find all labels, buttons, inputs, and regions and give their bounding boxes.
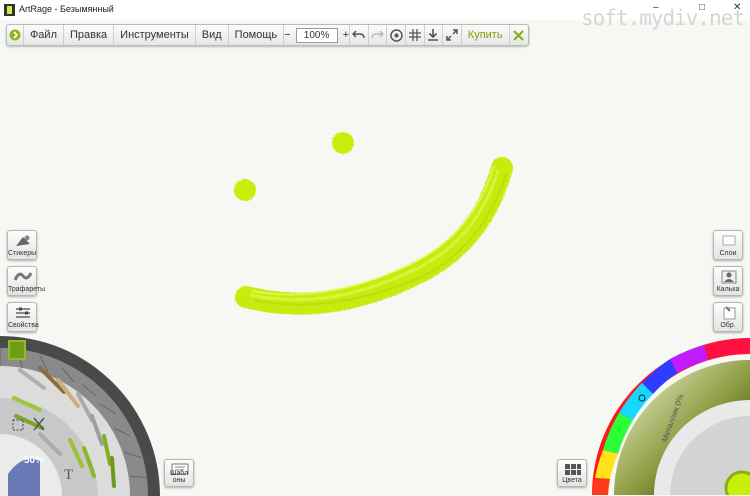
stickers-icon [16,235,30,246]
colors-button[interactable]: Цвета [557,459,587,487]
paint-stroke-smile [235,157,513,315]
stencils-label: Трафареты [8,286,46,293]
properties-label: Свойства [8,322,39,329]
reference-images-button[interactable]: Обр. [713,302,743,332]
colors-label: Цвета [562,477,582,484]
layers-label: Слои [719,250,737,257]
presets-label: Шабл оны [169,470,189,484]
reference-images-label: Обр. [720,322,736,329]
tool-wheel[interactable] [0,336,160,496]
layers-button[interactable]: Слои [713,230,743,260]
tracing-button[interactable]: Калька [713,266,743,296]
layers-icon [722,235,736,246]
stickers-button[interactable]: Стикеры [7,230,37,260]
tracing-icon [721,270,737,284]
stickers-label: Стикеры [8,250,37,257]
stencils-icon [14,272,32,281]
stencils-button[interactable]: Трафареты [7,266,46,296]
paint-dot-right [332,132,354,154]
tracing-label: Калька [716,286,740,293]
swatches-icon [565,464,581,475]
pin-icon [723,306,736,320]
tool-size-value[interactable]: 50% [24,455,44,466]
text-tool-icon[interactable]: T [64,467,73,484]
presets-button[interactable]: Шабл оны [164,459,194,487]
properties-icon [16,307,30,318]
properties-button[interactable]: Свойства [7,302,39,332]
paint-dot-left [234,179,256,201]
